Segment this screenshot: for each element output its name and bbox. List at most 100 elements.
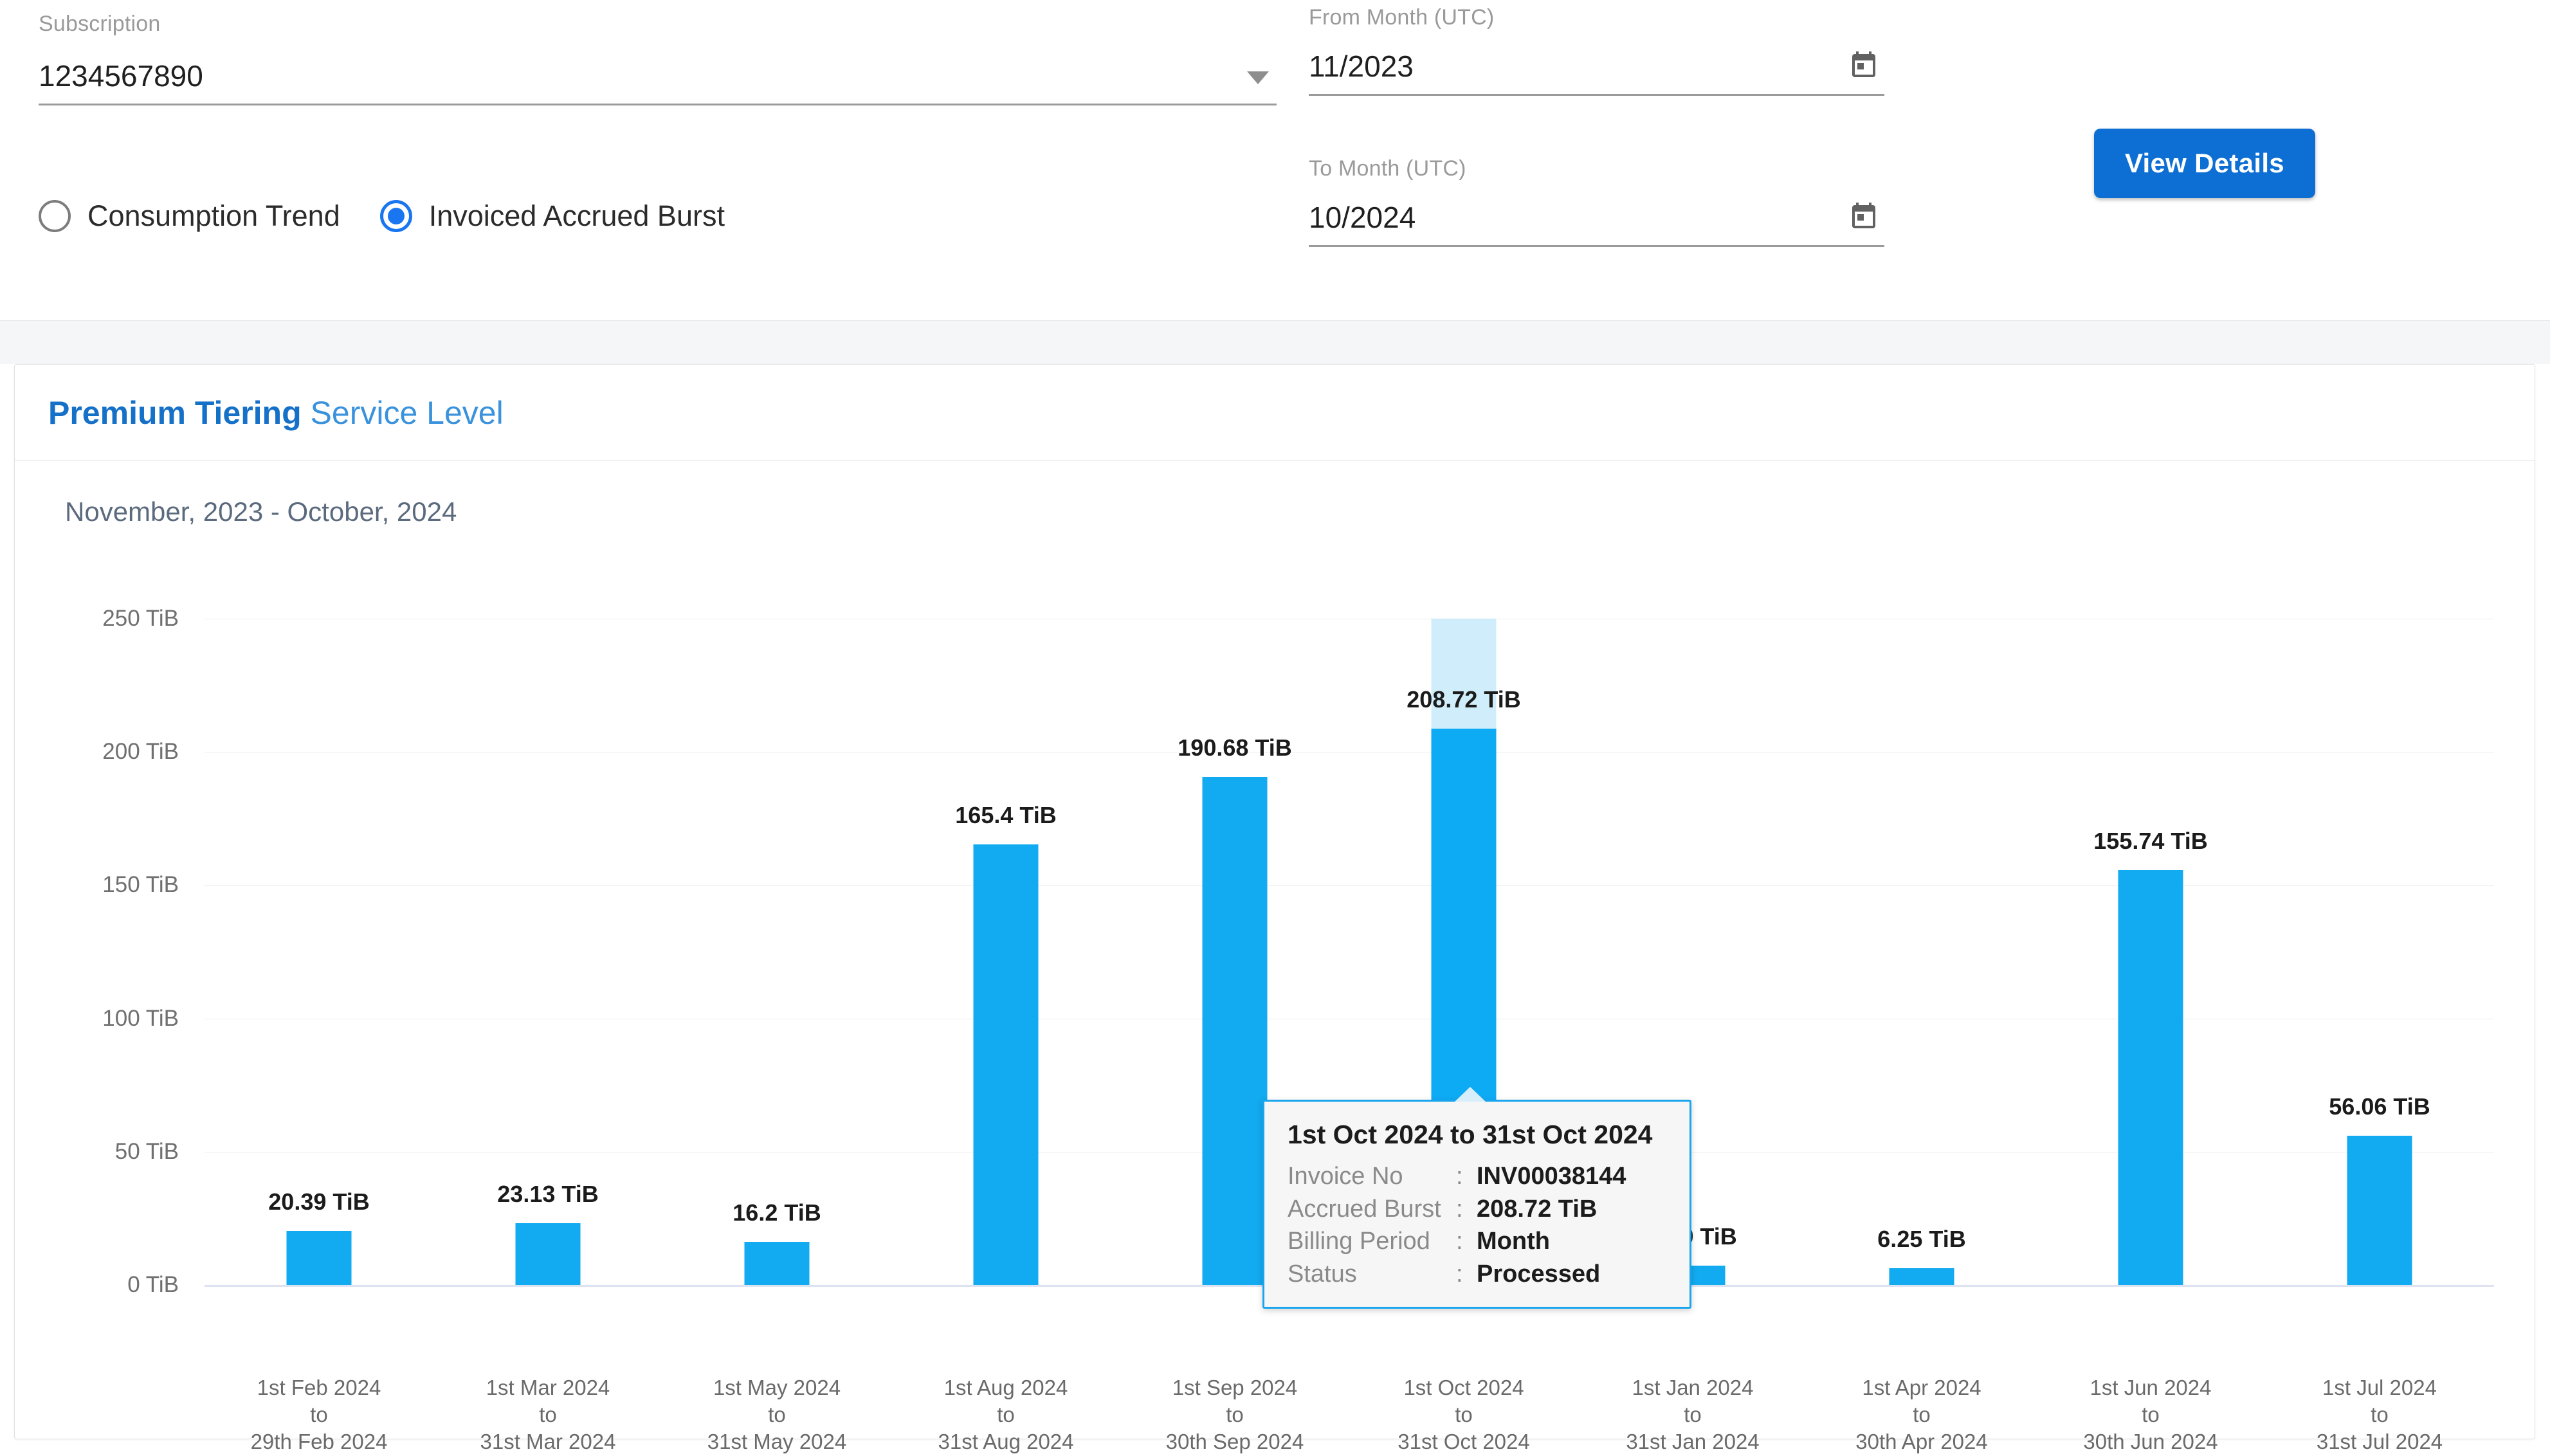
x-axis-tick-line: 1st Feb 2024 bbox=[205, 1374, 433, 1401]
view-mode-radio-group: Consumption Trend Invoiced Accrued Burst bbox=[39, 199, 765, 233]
chart-bar[interactable] bbox=[745, 1242, 810, 1285]
chart-bar[interactable] bbox=[2118, 870, 2183, 1285]
calendar-icon[interactable] bbox=[1848, 200, 1879, 231]
x-axis-tick-label: 1st Jan 2024to31st Jan 2024 bbox=[1578, 1374, 1807, 1456]
from-month-value: 11/2023 bbox=[1309, 50, 1848, 94]
tooltip-row-key: Status bbox=[1288, 1258, 1456, 1291]
x-axis-tick-label: 1st Aug 2024to31st Aug 2024 bbox=[891, 1374, 1120, 1456]
x-axis-tick-line: to bbox=[1120, 1401, 1349, 1428]
bar-value-label: 165.4 TiB bbox=[955, 802, 1056, 829]
x-axis-tick-label: 1st Sep 2024to30th Sep 2024 bbox=[1120, 1374, 1349, 1456]
x-axis-tick-line: to bbox=[1578, 1401, 1807, 1428]
bar-slot[interactable]: 155.74 TiB bbox=[2036, 619, 2265, 1285]
bar-slot[interactable]: 6.25 TiB bbox=[1807, 619, 2036, 1285]
chart-bar[interactable] bbox=[974, 844, 1039, 1285]
y-axis-tick-label: 200 TiB bbox=[24, 739, 179, 765]
chart-tooltip: 1st Oct 2024 to 31st Oct 2024 Invoice No… bbox=[1262, 1100, 1691, 1309]
chart-bar[interactable] bbox=[516, 1223, 581, 1285]
x-axis-tick-label: 1st Mar 2024to31st Mar 2024 bbox=[433, 1374, 662, 1456]
radio-invoiced-accrued-burst[interactable]: Invoiced Accrued Burst bbox=[380, 199, 725, 233]
bar-value-label: 56.06 TiB bbox=[2329, 1093, 2430, 1120]
tooltip-row: Invoice No:INV00038144 bbox=[1288, 1160, 1668, 1193]
x-axis-tick-line: 31st Jan 2024 bbox=[1578, 1428, 1807, 1455]
y-axis-tick-label: 150 TiB bbox=[24, 872, 179, 898]
radio-checked-icon[interactable] bbox=[380, 200, 412, 232]
radio-unchecked-icon[interactable] bbox=[39, 200, 71, 232]
chart-bar[interactable] bbox=[1203, 777, 1268, 1285]
radio-consumption-trend-label: Consumption Trend bbox=[87, 199, 340, 233]
tooltip-row-value: Processed bbox=[1477, 1258, 1600, 1291]
from-month-label: From Month (UTC) bbox=[1309, 6, 1884, 28]
to-month-field: To Month (UTC) 10/2024 bbox=[1309, 158, 1884, 247]
bar-slot[interactable]: 20.39 TiB bbox=[205, 619, 433, 1285]
x-axis-tick-line: 1st Oct 2024 bbox=[1349, 1374, 1578, 1401]
bar-slot[interactable]: 16.2 TiB bbox=[662, 619, 891, 1285]
tooltip-row: Billing Period:Month bbox=[1288, 1225, 1668, 1258]
tooltip-row-key: Billing Period bbox=[1288, 1225, 1456, 1258]
subscription-label: Subscription bbox=[39, 13, 1277, 35]
to-month-value: 10/2024 bbox=[1309, 201, 1848, 245]
x-axis-tick-label: 1st Feb 2024to29th Feb 2024 bbox=[205, 1374, 433, 1456]
bar-value-label: 23.13 TiB bbox=[497, 1181, 598, 1208]
view-details-button[interactable]: View Details bbox=[2094, 129, 2315, 198]
radio-consumption-trend[interactable]: Consumption Trend bbox=[39, 199, 340, 233]
x-axis-tick-line: to bbox=[2036, 1401, 2265, 1428]
chevron-down-icon[interactable] bbox=[1247, 71, 1269, 84]
tooltip-row-value: Month bbox=[1477, 1225, 1550, 1258]
chart-bar[interactable] bbox=[2347, 1136, 2412, 1285]
x-axis-tick-line: to bbox=[2265, 1401, 2494, 1428]
bar-value-label: 20.39 TiB bbox=[268, 1188, 369, 1215]
bar-value-label: 16.2 TiB bbox=[733, 1199, 821, 1226]
x-axis-tick-line: to bbox=[891, 1401, 1120, 1428]
x-axis-tick-line: 1st Jul 2024 bbox=[2265, 1374, 2494, 1401]
y-axis-tick-label: 100 TiB bbox=[24, 1006, 179, 1032]
subscription-select[interactable]: 1234567890 bbox=[39, 59, 1277, 105]
x-axis-tick-line: 30th Apr 2024 bbox=[1807, 1428, 2036, 1455]
x-axis-tick-label: 1st Apr 2024to30th Apr 2024 bbox=[1807, 1374, 2036, 1456]
bar-slot[interactable]: 56.06 TiB bbox=[2265, 619, 2494, 1285]
bar-slot[interactable]: 165.4 TiB bbox=[891, 619, 1120, 1285]
y-axis-tick-label: 250 TiB bbox=[24, 606, 179, 632]
bar-value-label: 208.72 TiB bbox=[1407, 686, 1520, 713]
x-axis-tick-line: to bbox=[1807, 1401, 2036, 1428]
tooltip-row: Accrued Burst:208.72 TiB bbox=[1288, 1193, 1668, 1226]
chart-bar[interactable] bbox=[287, 1231, 352, 1285]
x-axis-tick-line: 31st May 2024 bbox=[662, 1428, 891, 1455]
x-axis-tick-line: 1st Sep 2024 bbox=[1120, 1374, 1349, 1401]
from-month-input[interactable]: 11/2023 bbox=[1309, 49, 1884, 96]
x-axis-tick-line: 1st Jun 2024 bbox=[2036, 1374, 2265, 1401]
radio-invoiced-accrued-burst-label: Invoiced Accrued Burst bbox=[429, 199, 725, 233]
bar-value-label: 6.25 TiB bbox=[1877, 1226, 1965, 1253]
x-axis-tick-line: 31st Jul 2024 bbox=[2265, 1428, 2494, 1455]
calendar-icon[interactable] bbox=[1848, 49, 1879, 80]
x-axis-tick-line: to bbox=[433, 1401, 662, 1428]
to-month-input[interactable]: 10/2024 bbox=[1309, 200, 1884, 247]
tooltip-row-separator: : bbox=[1456, 1193, 1477, 1226]
x-axis-tick-label: 1st May 2024to31st May 2024 bbox=[662, 1374, 891, 1456]
x-axis-tick-line: 1st Apr 2024 bbox=[1807, 1374, 2036, 1401]
x-axis-tick-line: 1st Mar 2024 bbox=[433, 1374, 662, 1401]
tooltip-title: 1st Oct 2024 to 31st Oct 2024 bbox=[1288, 1120, 1668, 1150]
tooltip-row-key: Accrued Burst bbox=[1288, 1193, 1456, 1226]
chart-bar[interactable] bbox=[1890, 1268, 1954, 1285]
tooltip-row-separator: : bbox=[1456, 1160, 1477, 1193]
y-axis-tick-label: 50 TiB bbox=[24, 1139, 179, 1165]
x-axis-tick-line: 30th Jun 2024 bbox=[2036, 1428, 2265, 1455]
page-title: Premium Tiering Service Level bbox=[48, 394, 504, 432]
section-divider bbox=[0, 320, 2550, 364]
x-axis-tick-line: 1st Jan 2024 bbox=[1578, 1374, 1807, 1401]
x-axis-tick-line: to bbox=[1349, 1401, 1578, 1428]
filter-bar: Subscription 1234567890 From Month (UTC)… bbox=[0, 0, 2550, 320]
y-axis-tick-label: 0 TiB bbox=[24, 1272, 179, 1298]
bar-value-label: 155.74 TiB bbox=[2093, 828, 2207, 855]
x-axis-tick-line: 31st Aug 2024 bbox=[891, 1428, 1120, 1455]
tooltip-row-value: 208.72 TiB bbox=[1477, 1193, 1597, 1226]
radio-dot bbox=[388, 208, 405, 224]
bar-slot[interactable]: 23.13 TiB bbox=[433, 619, 662, 1285]
chart-date-range: November, 2023 - October, 2024 bbox=[65, 496, 457, 527]
x-axis-tick-line: 31st Mar 2024 bbox=[433, 1428, 662, 1455]
x-axis-tick-line: 1st Aug 2024 bbox=[891, 1374, 1120, 1401]
card-header: Premium Tiering Service Level bbox=[15, 365, 2535, 461]
x-axis-tick-line: 30th Sep 2024 bbox=[1120, 1428, 1349, 1455]
x-axis-tick-label: 1st Oct 2024to31st Oct 2024 bbox=[1349, 1374, 1578, 1456]
